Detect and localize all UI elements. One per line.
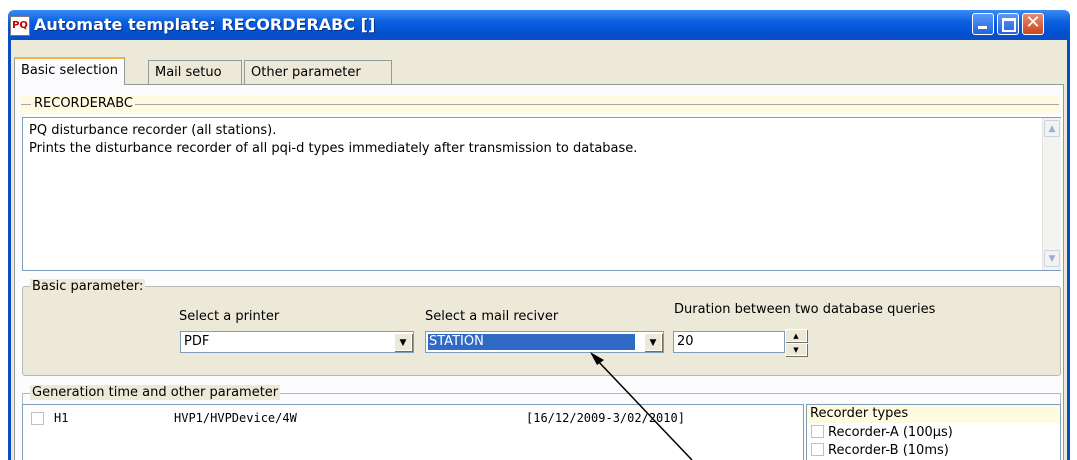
duration-spinner[interactable]: ▲ ▼ bbox=[785, 329, 807, 357]
duration-value: 20 bbox=[677, 334, 694, 349]
divider bbox=[131, 104, 1059, 105]
generation-list[interactable]: H1 HVP1/HVPDevice/4W [16/12/2009-3/02/20… bbox=[22, 404, 804, 460]
maximize-button[interactable] bbox=[997, 13, 1019, 35]
generation-group-label: Generation time and other parameter bbox=[30, 385, 281, 400]
printer-value: PDF bbox=[184, 334, 210, 349]
printer-label: Select a printer bbox=[179, 309, 280, 324]
mail-receiver-select[interactable]: STATION ▼ bbox=[425, 331, 664, 353]
scroll-down-icon[interactable]: ▼ bbox=[1044, 250, 1060, 267]
maximize-icon bbox=[1002, 18, 1016, 32]
basic-parameter-label: Basic parameter: bbox=[30, 279, 146, 294]
dropdown-arrow-icon[interactable]: ▼ bbox=[394, 333, 412, 351]
duration-input[interactable]: 20 bbox=[673, 331, 785, 353]
description-group-label: RECORDERABC bbox=[32, 96, 135, 111]
recorder-types-list[interactable]: Recorder types Recorder-A (100µs) Record… bbox=[806, 404, 1061, 460]
recorder-checkbox[interactable] bbox=[811, 443, 824, 456]
recorder-type-item[interactable]: Recorder-A (100µs) bbox=[811, 425, 953, 440]
minimize-icon bbox=[978, 26, 987, 29]
mail-receiver-value: STATION bbox=[429, 334, 484, 349]
scroll-up-icon[interactable]: ▲ bbox=[1044, 120, 1060, 137]
description-scrollbar[interactable]: ▲ ▼ bbox=[1042, 118, 1061, 270]
window-title: Automate template: RECORDERABC [] bbox=[34, 15, 376, 34]
recorder-type-item[interactable]: Recorder-B (10ms) bbox=[811, 443, 949, 458]
description-line: Prints the disturbance recorder of all p… bbox=[29, 141, 638, 156]
dropdown-arrow-icon[interactable]: ▼ bbox=[644, 333, 662, 351]
printer-select[interactable]: PDF ▼ bbox=[180, 331, 414, 353]
spin-down-icon[interactable]: ▼ bbox=[785, 343, 807, 356]
recorder-type-label: Recorder-B (10ms) bbox=[828, 443, 949, 458]
tab-mail-setup[interactable]: Mail setuo bbox=[148, 60, 242, 84]
app-pq-icon: PQ bbox=[10, 16, 30, 36]
close-button[interactable]: ✕ bbox=[1022, 12, 1044, 35]
description-group-header bbox=[20, 96, 1060, 114]
mail-receiver-label: Select a mail reciver bbox=[425, 309, 559, 324]
spin-up-icon[interactable]: ▲ bbox=[785, 329, 807, 342]
description-line: PQ disturbance recorder (all stations). bbox=[29, 123, 277, 138]
description-textarea[interactable]: PQ disturbance recorder (all stations). … bbox=[22, 117, 1061, 271]
tab-basic-selection[interactable]: Basic selection bbox=[14, 57, 125, 85]
tab-other-parameter[interactable]: Other parameter bbox=[244, 60, 392, 84]
duration-label: Duration between two database queries bbox=[674, 302, 936, 317]
row-checkbox[interactable] bbox=[31, 412, 44, 425]
recorder-type-label: Recorder-A (100µs) bbox=[828, 425, 953, 440]
divider bbox=[21, 104, 31, 105]
row-device: HVP1/HVPDevice/4W bbox=[174, 411, 297, 425]
recorder-types-title: Recorder types bbox=[807, 405, 1060, 423]
close-icon: ✕ bbox=[1025, 12, 1041, 33]
minimize-button[interactable] bbox=[972, 13, 994, 35]
row-name: H1 bbox=[54, 411, 69, 425]
row-range: [16/12/2009-3/02/2010] bbox=[526, 411, 685, 425]
recorder-checkbox[interactable] bbox=[811, 425, 824, 438]
